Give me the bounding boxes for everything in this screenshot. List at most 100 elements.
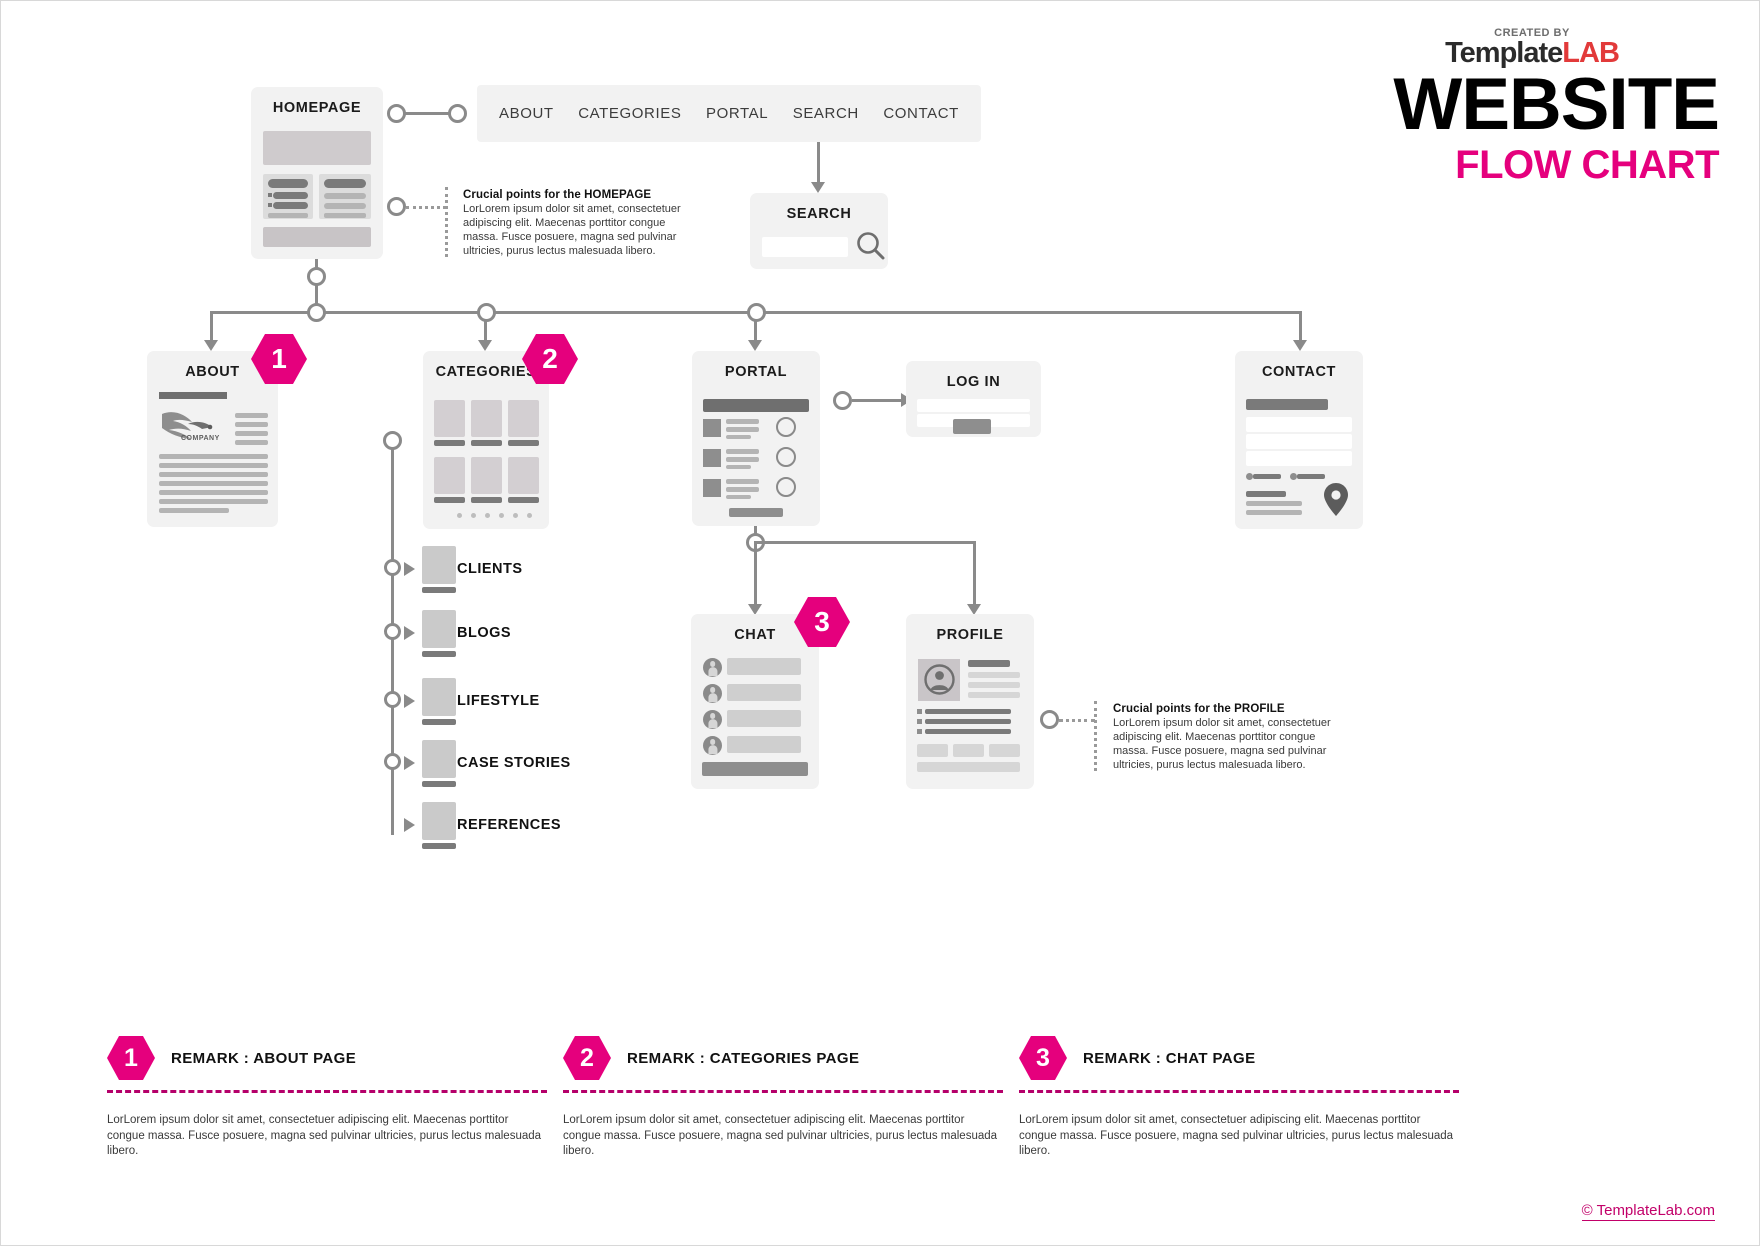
flowchart-canvas: CREATED BY TemplateLAB WEBSITE FLOW CHAR… (0, 0, 1760, 1246)
chat-bubble-2 (727, 684, 801, 701)
thumb-blogs[interactable] (422, 610, 456, 648)
chat-input-bar[interactable] (702, 762, 808, 776)
portal-row-3-line-1 (726, 479, 759, 484)
node-categories[interactable]: CATEGORIES (423, 351, 549, 529)
remark-3-body: LorLorem ipsum dolor sit amet, consectet… (1019, 1114, 1454, 1158)
category-tile-5 (471, 457, 502, 494)
rail-dot-clients (384, 559, 401, 576)
contact-field-3[interactable] (1246, 451, 1352, 466)
chat-bubble-3 (727, 710, 801, 727)
note-profile-body: LorLorem ipsum dolor sit amet, consectet… (1113, 717, 1331, 772)
thumb-references[interactable] (422, 802, 456, 840)
search-input-box[interactable] (762, 237, 848, 257)
login-submit-button[interactable] (953, 419, 991, 434)
note-profile: Crucial points for the PROFILE LorLorem … (1113, 703, 1353, 772)
node-about[interactable]: ABOUT COMPANY (147, 351, 278, 527)
templatelab-logo: TemplateLAB (1317, 39, 1747, 68)
node-search-title: SEARCH (786, 206, 852, 222)
search-icon (857, 232, 885, 260)
portal-row-1-action[interactable] (776, 417, 796, 437)
thumb-case-stories[interactable] (422, 740, 456, 778)
category-tile-2-caption (471, 440, 502, 446)
portal-row-3-line-2 (726, 487, 759, 492)
node-chat[interactable]: CHAT (691, 614, 819, 789)
node-login[interactable]: LOG IN (906, 361, 1041, 437)
homepage-footer-block (263, 227, 371, 247)
contact-detail-line-1 (1246, 491, 1286, 497)
remark-3-divider (1019, 1090, 1459, 1093)
about-heading-bar (159, 392, 227, 399)
chat-avatar-2 (703, 684, 722, 703)
nav-item-portal[interactable]: PORTAL (706, 105, 768, 122)
chat-avatar-3 (703, 710, 722, 729)
copyright-symbol: © (1581, 1202, 1593, 1219)
arrow-to-lifestyle (404, 694, 415, 708)
contact-field-2[interactable] (1246, 434, 1352, 449)
page-title: WEBSITE (1393, 64, 1720, 145)
node-homepage[interactable]: HOMEPAGE (251, 87, 383, 259)
nav-item-contact[interactable]: CONTACT (883, 105, 959, 122)
portal-row-2-action[interactable] (776, 447, 796, 467)
node-contact[interactable]: CONTACT (1235, 351, 1363, 529)
node-profile[interactable]: PROFILE (906, 614, 1034, 789)
contact-marker-line-1 (1253, 474, 1281, 479)
profile-meta-line-1 (968, 672, 1020, 678)
category-tile-1-caption (434, 440, 465, 446)
remark-1-badge: 1 (107, 1036, 155, 1080)
footer-credit[interactable]: © TemplateLab.com (1581, 1202, 1715, 1221)
remark-3-badge: 3 (1019, 1036, 1067, 1080)
remark-1: 1 REMARK : ABOUT PAGE LorLorem ipsum dol… (107, 1036, 547, 1160)
homepage-bullet-1 (268, 193, 272, 197)
connector-dot-homepage-note (387, 197, 406, 216)
profile-avatar-icon (924, 664, 955, 695)
portal-row-3-line-3 (726, 495, 751, 499)
node-login-title: LOG IN (946, 374, 1001, 390)
label-references: REFERENCES (457, 817, 562, 833)
profile-tile-2 (953, 744, 984, 757)
remark-3-title: REMARK : CHAT PAGE (1083, 1049, 1256, 1067)
trunk-dot-upper (307, 267, 326, 286)
arrow-to-portal (748, 340, 762, 351)
arrow-to-references (404, 818, 415, 832)
note-leader-homepage (406, 206, 446, 209)
profile-bullet-line-1 (925, 709, 1011, 714)
remark-2: 2 REMARK : CATEGORIES PAGE LorLorem ipsu… (563, 1036, 1003, 1160)
rail-dot-top (383, 431, 402, 450)
remark-2-title: REMARK : CATEGORIES PAGE (627, 1049, 860, 1067)
portal-row-3-action[interactable] (776, 477, 796, 497)
contact-marker-line-2 (1297, 474, 1325, 479)
profile-footer-bar (917, 762, 1020, 772)
connector-line-portal-login (852, 399, 904, 402)
portal-header-bar (703, 399, 809, 412)
trunk-dot-categories (477, 303, 496, 322)
nav-item-categories[interactable]: CATEGORIES (578, 105, 681, 122)
category-tile-1 (434, 400, 465, 437)
branch-line-contact (1299, 311, 1302, 343)
profile-bullet-line-2 (925, 719, 1011, 724)
contact-heading-bar (1246, 399, 1328, 410)
login-username-field[interactable] (917, 399, 1030, 412)
about-logo-text: COMPANY (181, 435, 220, 442)
thumb-clients[interactable] (422, 546, 456, 584)
contact-field-1[interactable] (1246, 417, 1352, 432)
category-tile-4 (434, 457, 465, 494)
profile-bullet-line-3 (925, 729, 1011, 734)
profile-bullet-3 (917, 729, 922, 734)
homepage-right-line-3 (324, 203, 366, 209)
trunk-dot-homepage (307, 303, 326, 322)
portal-row-1-line-1 (726, 419, 759, 424)
portal-row-1-thumb (703, 419, 721, 437)
title-block: CREATED BY TemplateLAB WEBSITE FLOW CHAR… (1289, 27, 1720, 186)
node-portal[interactable]: PORTAL (692, 351, 820, 526)
nav-item-search[interactable]: SEARCH (793, 105, 859, 122)
label-clients: CLIENTS (457, 561, 523, 577)
rail-dot-blogs (384, 623, 401, 640)
connector-line-nav-search (817, 142, 820, 184)
thumb-lifestyle[interactable] (422, 678, 456, 716)
connector-line-homepage-nav (405, 112, 451, 115)
chat-avatar-1 (703, 658, 722, 677)
nav-item-about[interactable]: ABOUT (499, 105, 554, 122)
node-search[interactable]: SEARCH (750, 193, 888, 269)
category-pagination-dots[interactable] (457, 513, 532, 518)
node-homepage-title: HOMEPAGE (272, 100, 362, 116)
